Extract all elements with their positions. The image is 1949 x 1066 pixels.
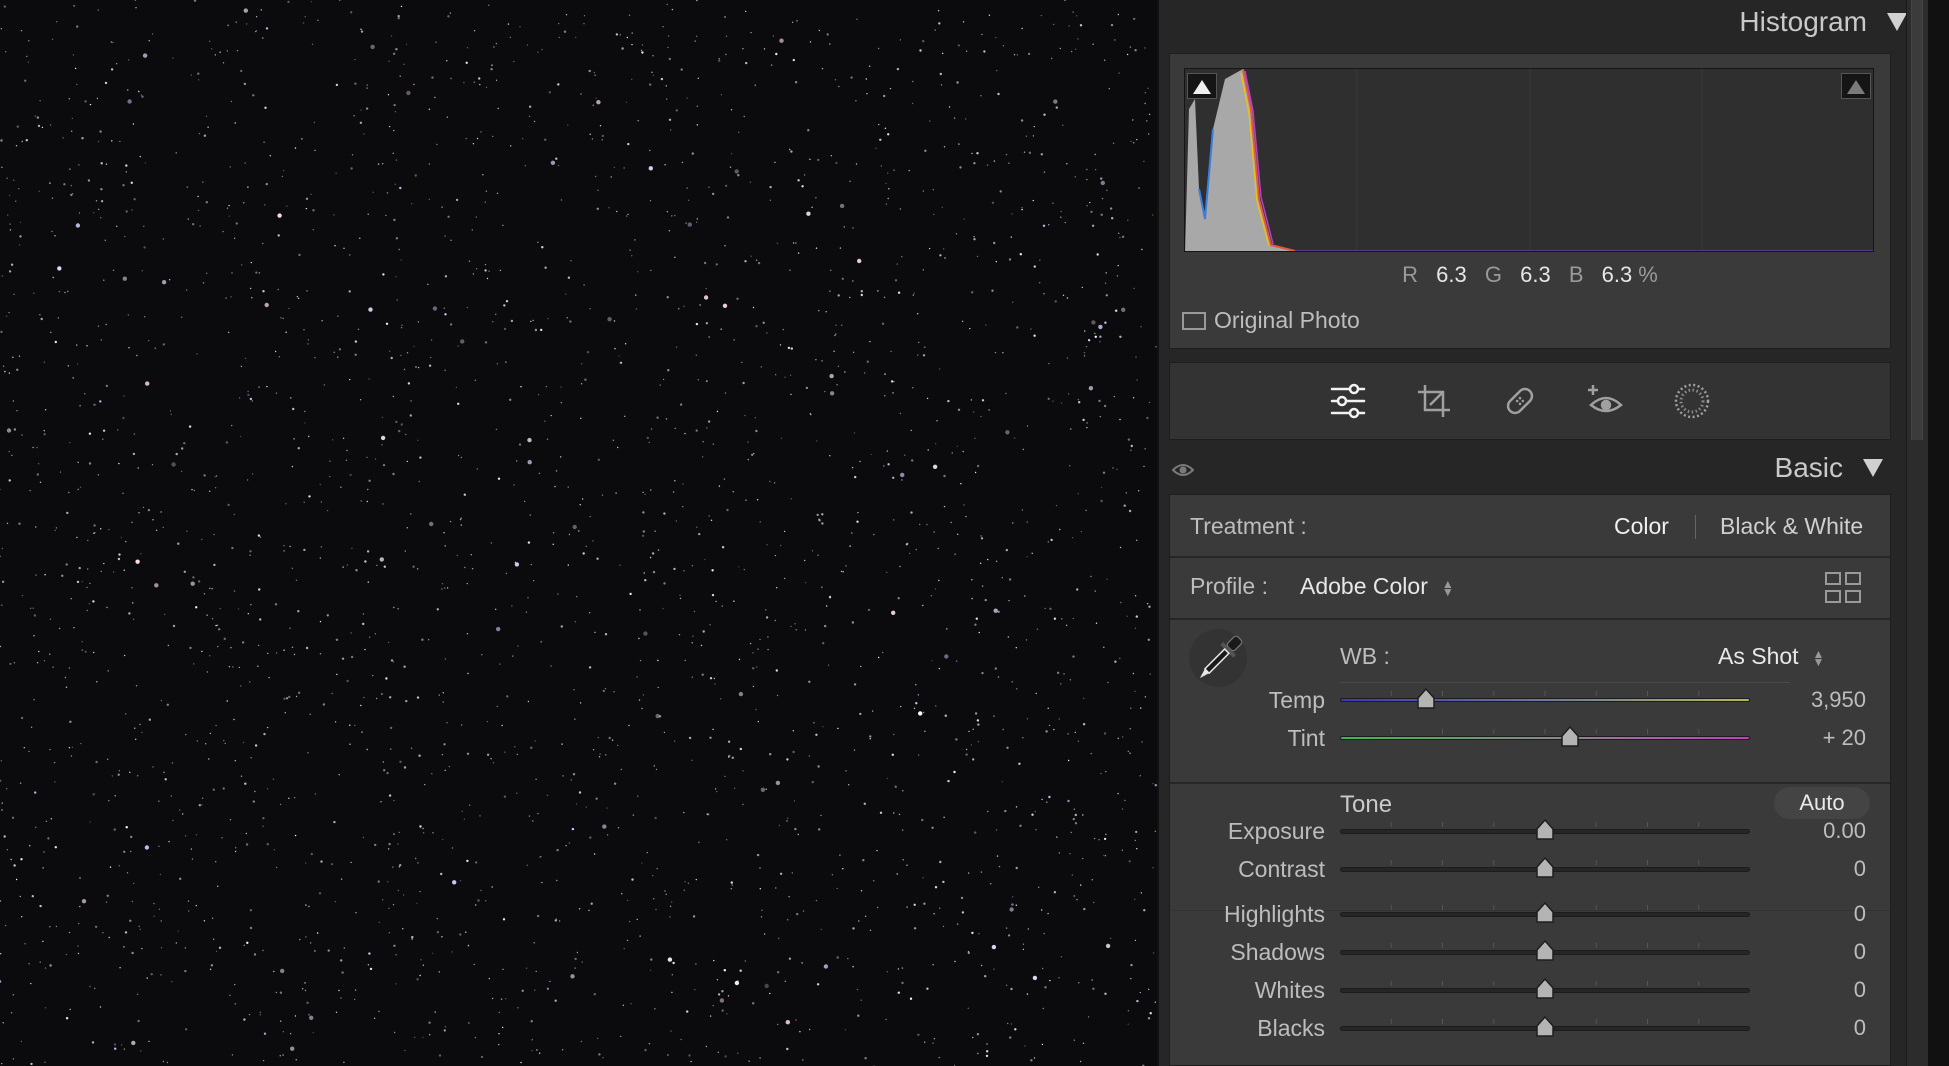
masking-icon[interactable]	[1672, 381, 1712, 421]
healing-icon[interactable]	[1500, 381, 1540, 421]
original-photo-toggle[interactable]: Original Photo	[1182, 307, 1360, 334]
checkbox-icon[interactable]	[1182, 311, 1206, 330]
basic-header[interactable]: Basic	[1159, 452, 1901, 494]
wb-underline	[1340, 682, 1790, 683]
treatment-bw-option[interactable]: Black & White	[1720, 513, 1863, 540]
slider-value[interactable]: 3,950	[1811, 687, 1866, 713]
slider-label: Tint	[1287, 725, 1326, 751]
wb-value: As Shot	[1718, 643, 1799, 669]
wb-eyedropper-icon[interactable]	[1188, 628, 1250, 690]
histogram-section: R 6.3 G 6.3 B 6.3% Original Photo	[1169, 53, 1891, 349]
slider-value[interactable]: 0	[1854, 1015, 1866, 1041]
profile-browser-grid-icon[interactable]	[1824, 571, 1864, 610]
divider	[1170, 556, 1890, 558]
crop-icon[interactable]	[1414, 381, 1454, 421]
slider-value[interactable]: 0	[1854, 939, 1866, 965]
slider-thumb[interactable]	[1416, 688, 1436, 710]
slider-value[interactable]: 0	[1854, 856, 1866, 882]
slider-track[interactable]	[1340, 698, 1750, 702]
slider-value[interactable]: 0	[1854, 977, 1866, 1003]
histogram-curve	[1185, 69, 1873, 251]
updown-arrows-icon: ▲ ▼	[1812, 646, 1825, 669]
profile-dropdown[interactable]: Adobe Color ▲ ▼	[1300, 573, 1454, 600]
treatment-color-option[interactable]: Color	[1614, 513, 1669, 540]
tool-strip	[1169, 362, 1891, 440]
slider-label: Contrast	[1238, 856, 1325, 882]
r-label: R	[1402, 262, 1419, 287]
slider-label: Temp	[1268, 687, 1325, 713]
slider-thumb[interactable]	[1535, 940, 1555, 962]
panel-scrollbar[interactable]	[1906, 0, 1928, 1066]
histogram-title: Histogram	[1739, 6, 1867, 37]
develop-panel: Histogram R 6.3 G 6.3 B 6.3 % Original P…	[1157, 0, 1925, 1066]
profile-value: Adobe Color	[1300, 573, 1428, 599]
wb-label: WB :	[1340, 643, 1390, 669]
shadow-clipping-toggle[interactable]	[1187, 73, 1217, 99]
basic-title: Basic	[1774, 452, 1843, 483]
slider-thumb[interactable]	[1535, 857, 1555, 879]
divider	[1170, 782, 1890, 784]
slider-thumb[interactable]	[1535, 978, 1555, 1000]
original-photo-label: Original Photo	[1214, 307, 1360, 333]
basic-section: Treatment : Color Black & White Profile …	[1169, 494, 1891, 1066]
b-value: 6.3	[1601, 262, 1633, 287]
visibility-eye-icon[interactable]	[1171, 460, 1195, 485]
slider-label: Whites	[1254, 977, 1325, 1003]
b-label: B	[1568, 262, 1584, 287]
panel-edge	[1928, 0, 1949, 1066]
slider-label: Exposure	[1227, 818, 1325, 844]
slider-value[interactable]: + 20	[1823, 725, 1866, 751]
g-label: G	[1484, 262, 1503, 287]
highlight-clipping-toggle[interactable]	[1841, 73, 1871, 99]
collapse-triangle-icon[interactable]	[1887, 13, 1907, 31]
slider-track[interactable]	[1340, 736, 1750, 740]
treatment-divider	[1695, 515, 1696, 539]
red-eye-icon[interactable]	[1586, 381, 1626, 421]
slider-label: Highlights	[1224, 901, 1325, 927]
slider-thumb[interactable]	[1535, 902, 1555, 924]
collapse-triangle-icon[interactable]	[1863, 459, 1883, 477]
slider-thumb[interactable]	[1535, 819, 1555, 841]
rgb-readout: R 6.3 G 6.3 B 6.3%	[1170, 262, 1890, 288]
slider-label: Blacks	[1257, 1015, 1325, 1041]
treatment-label: Treatment :	[1190, 513, 1307, 539]
histogram-graph[interactable]	[1184, 68, 1874, 252]
photo-canvas[interactable]	[0, 0, 1157, 1066]
slider-value[interactable]: 0	[1854, 901, 1866, 927]
starfield-image	[0, 0, 1157, 1066]
tone-label: Tone	[1340, 791, 1393, 818]
slider-thumb[interactable]	[1560, 726, 1580, 748]
slider-thumb[interactable]	[1535, 1016, 1555, 1038]
scrollbar-thumb[interactable]	[1911, 0, 1923, 440]
edit-sliders-icon[interactable]	[1328, 381, 1368, 421]
wb-dropdown[interactable]: As Shot ▲ ▼	[1718, 643, 1824, 670]
profile-label: Profile :	[1190, 573, 1268, 599]
percent-unit: %	[1638, 262, 1658, 287]
histogram-header[interactable]: Histogram	[1739, 6, 1907, 38]
divider	[1170, 618, 1890, 620]
basic-title-group[interactable]: Basic	[1775, 452, 1883, 484]
slider-ticks	[1390, 691, 1700, 696]
g-value: 6.3	[1520, 262, 1551, 287]
r-value: 6.3	[1436, 262, 1467, 287]
slider-ticks	[1390, 729, 1700, 734]
slider-label: Shadows	[1230, 939, 1325, 965]
auto-tone-button[interactable]: Auto	[1774, 787, 1870, 819]
updown-arrows-icon: ▲ ▼	[1441, 576, 1454, 599]
slider-value[interactable]: 0.00	[1823, 818, 1866, 844]
